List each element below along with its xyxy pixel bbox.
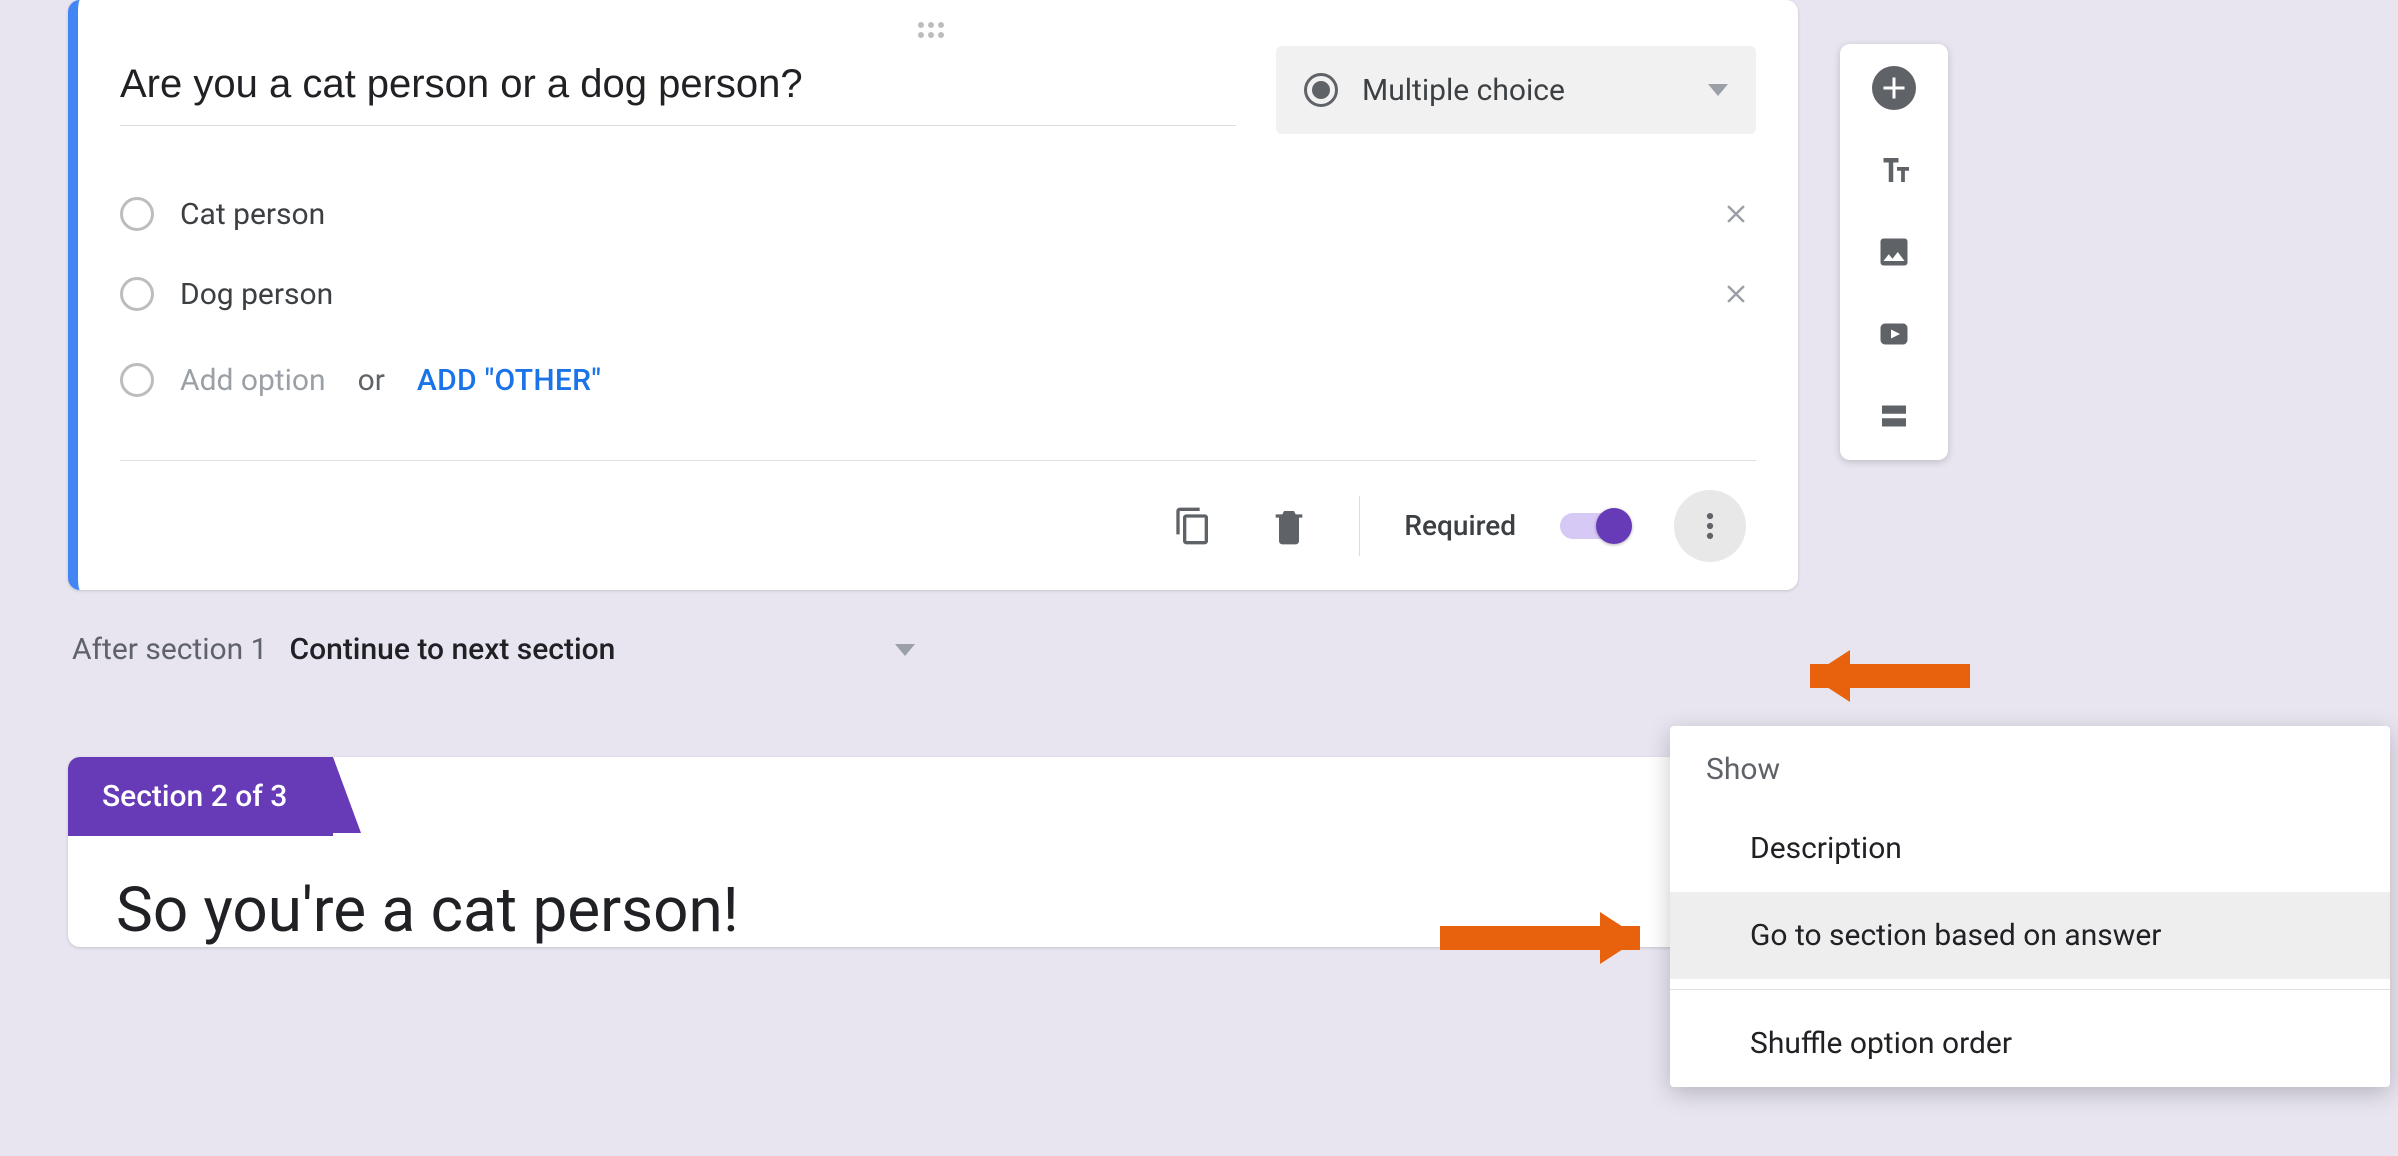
add-video-button[interactable] [1872,312,1916,356]
drag-handle-icon[interactable] [918,22,958,38]
close-icon [1721,199,1751,229]
after-section-value: Continue to next section [290,632,616,667]
radio-empty-icon [120,197,154,231]
chevron-down-icon [1708,84,1728,96]
section-tab: Section 2 of 3 [68,757,333,836]
add-section-button[interactable] [1872,394,1916,438]
more-options-menu: Show Description Go to section based on … [1670,726,2390,1087]
add-question-button[interactable] [1872,66,1916,110]
menu-heading: Show [1670,726,2390,805]
option-row: Dog person [120,254,1756,334]
radio-empty-icon [120,277,154,311]
required-toggle[interactable] [1560,513,1630,539]
question-type-label: Multiple choice [1362,73,1684,108]
add-image-button[interactable] [1872,230,1916,274]
or-text: or [358,363,385,398]
menu-item-description[interactable]: Description [1670,805,2390,892]
text-icon [1876,152,1912,188]
required-label: Required [1404,509,1516,542]
after-section-row: After section 1 Continue to next section [72,632,1798,667]
remove-option-button[interactable] [1716,274,1756,314]
add-other-button[interactable]: ADD "OTHER" [417,363,601,398]
question-title-input[interactable] [120,46,1236,126]
image-icon [1876,234,1912,270]
menu-item-goto-section[interactable]: Go to section based on answer [1670,892,2390,979]
annotation-arrow [1770,650,1970,702]
option-label[interactable]: Cat person [180,197,1690,232]
video-icon [1876,316,1912,352]
plus-icon [1876,70,1912,106]
more-vert-icon [1693,509,1727,543]
radio-empty-icon [120,363,154,397]
chevron-down-icon [895,644,915,656]
radio-icon [1304,73,1338,107]
section-title[interactable]: So you're a cat person! [116,874,1750,947]
divider [1359,496,1360,556]
more-options-button[interactable] [1674,490,1746,562]
option-row: Cat person [120,174,1756,254]
after-section-label: After section 1 [72,632,268,667]
question-type-dropdown[interactable]: Multiple choice [1276,46,1756,134]
delete-button[interactable] [1263,500,1315,552]
menu-item-shuffle[interactable]: Shuffle option order [1670,1000,2390,1087]
after-section-select[interactable]: Continue to next section [290,632,916,667]
add-option-button[interactable]: Add option [180,363,326,398]
close-icon [1721,279,1751,309]
question-card: Multiple choice Cat person Dog person [68,0,1798,590]
section-icon [1876,398,1912,434]
duplicate-button[interactable] [1167,500,1219,552]
menu-divider [1670,989,2390,990]
section-card: Section 2 of 3 So you're a cat person! [68,757,1798,947]
trash-icon [1269,506,1309,546]
option-label[interactable]: Dog person [180,277,1690,312]
question-toolbar [1840,44,1948,460]
remove-option-button[interactable] [1716,194,1756,234]
copy-icon [1173,506,1213,546]
add-title-button[interactable] [1872,148,1916,192]
